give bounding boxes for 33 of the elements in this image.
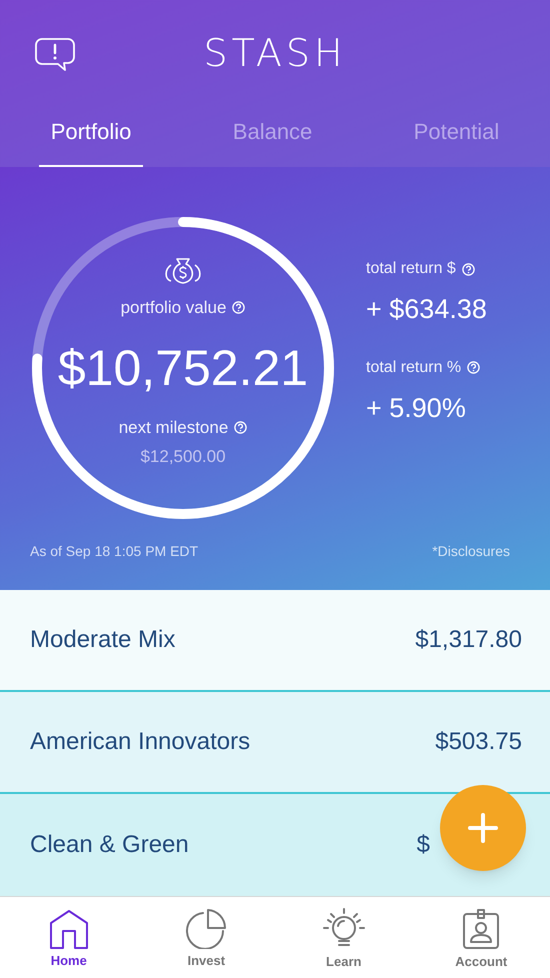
tab[interactable]: Potential bbox=[402, 110, 512, 167]
investment-name: American Innovators bbox=[30, 727, 250, 757]
total-return-value: + 5.90% bbox=[366, 392, 467, 424]
nav-tab[interactable]: Learn bbox=[288, 904, 399, 972]
speech-bubble-alert-icon[interactable] bbox=[34, 37, 76, 73]
help-icon[interactable] bbox=[232, 301, 246, 314]
id-badge-icon bbox=[461, 908, 502, 950]
next-milestone-value: $12,500.00 bbox=[140, 446, 226, 468]
plus-icon bbox=[468, 813, 498, 843]
help-icon[interactable] bbox=[234, 420, 248, 434]
next-milestone-label: next milestone bbox=[118, 416, 228, 438]
help-icon[interactable] bbox=[467, 361, 480, 374]
portfolio-value: $10,752.21 bbox=[58, 342, 308, 392]
investment-name: Moderate Mix bbox=[30, 625, 176, 655]
help-icon[interactable] bbox=[462, 262, 475, 276]
total-return-value: + $634.38 bbox=[366, 293, 487, 326]
nav-tab[interactable]: Account bbox=[426, 904, 536, 972]
nav-tab[interactable]: Home bbox=[14, 904, 124, 970]
house-icon bbox=[48, 908, 89, 949]
as-of-timestamp: As of Sep 18 1:05 PM EDT bbox=[30, 542, 198, 561]
disclosures-link[interactable]: *Disclosures bbox=[432, 541, 510, 562]
nav-tab[interactable]: Invest bbox=[151, 904, 262, 970]
money-bags-icon bbox=[163, 255, 203, 285]
app-logo: STASH bbox=[203, 34, 347, 72]
portfolio-value-label: portfolio value bbox=[120, 297, 226, 319]
total-return-label: total return % bbox=[366, 358, 462, 378]
pie-chart-icon bbox=[186, 908, 226, 949]
investment-value: $503.75 bbox=[435, 727, 522, 757]
investment-value: $1,317.80 bbox=[415, 625, 522, 655]
investment-value: $ bbox=[416, 830, 430, 860]
total-return-label: total return $ bbox=[366, 259, 456, 279]
investment-name: Clean & Green bbox=[30, 830, 189, 860]
tab[interactable]: Balance bbox=[220, 110, 324, 167]
